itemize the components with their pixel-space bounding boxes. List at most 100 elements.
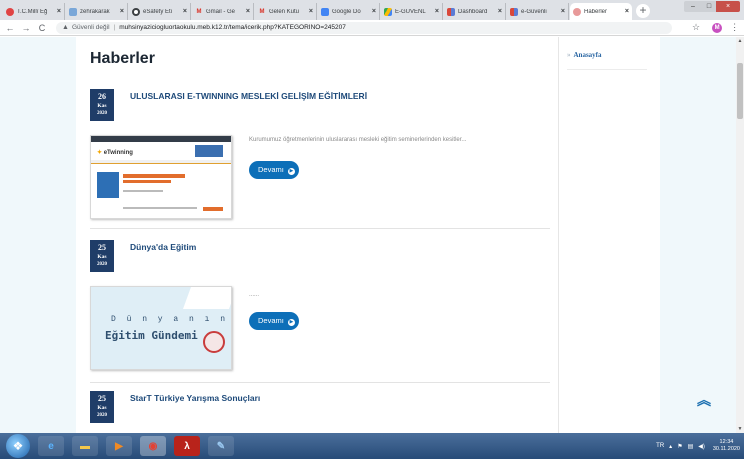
address-bar-row: ← → C ▲ Güvenli değil | muhsinyazicioglu… — [0, 20, 744, 36]
date-month: Kas — [97, 103, 107, 109]
page-title: Haberler — [90, 50, 155, 67]
gmail-icon: M — [196, 8, 202, 15]
tab-zehrakarak[interactable]: zehrakarak × — [66, 3, 128, 20]
close-icon[interactable]: × — [120, 8, 124, 15]
media-player-icon[interactable]: ▶ — [106, 436, 132, 456]
network-icon[interactable]: ▤ — [688, 443, 694, 450]
tab-esafety[interactable]: eSafety Eti × — [129, 3, 191, 20]
acrobat-icon[interactable]: λ — [174, 436, 200, 456]
gmail-icon: M — [259, 8, 265, 15]
flag-icon[interactable]: ⚑ — [677, 443, 682, 450]
news-thumbnail[interactable]: D ü n y a n ı n Eğitim Gündemi — [90, 286, 232, 370]
date-year: 2020 — [97, 111, 107, 116]
news-title-link[interactable]: StarT Türkiye Yarışma Sonuçları — [130, 393, 260, 403]
date-year: 2020 — [97, 262, 107, 267]
date-box: 25 Kas 2020 — [90, 240, 114, 272]
date-day: 26 — [98, 92, 106, 101]
scroll-up-arrow-icon[interactable]: ▲ — [736, 38, 744, 44]
tab-label: Gmail - Ge — [206, 8, 236, 15]
new-tab-button[interactable]: + — [636, 4, 650, 18]
sidebar-item-label: Anasayfa — [573, 51, 602, 59]
bookmark-star-icon[interactable]: ☆ — [692, 22, 700, 33]
tab-gelen-kutu[interactable]: M Gelen Kutu × — [255, 3, 317, 20]
dashboard-icon — [510, 7, 518, 16]
divider — [90, 228, 550, 229]
system-tray: TR ▴ ⚑ ▤ ◀) 12:34 30.11.2020 — [651, 433, 740, 459]
page-viewport: Haberler 26 Kas 2020 ULUSLARASI E-TWINNI… — [0, 37, 736, 433]
close-icon[interactable]: × — [309, 8, 313, 15]
seal-icon — [203, 331, 225, 353]
close-icon[interactable]: × — [498, 8, 502, 15]
sidebar-item-anasayfa[interactable]: » Anasayfa — [567, 51, 602, 59]
tab-gmail[interactable]: M Gmail - Ge × — [192, 3, 254, 20]
divider — [567, 69, 647, 70]
close-icon[interactable]: × — [561, 8, 565, 15]
warning-icon: ▲ — [62, 24, 69, 31]
etwinning-logo: ✦ eTwinning — [97, 150, 133, 156]
minimize-button[interactable]: – — [684, 1, 702, 12]
tray-expand-icon[interactable]: ▴ — [669, 443, 672, 450]
tab-e-guvenli[interactable]: e-Güvenli × — [507, 3, 569, 20]
folder-icon[interactable]: ▬ — [72, 436, 98, 456]
profile-avatar[interactable]: M — [712, 22, 723, 33]
page-margin-right — [660, 37, 736, 433]
clock-date: 30.11.2020 — [712, 446, 740, 452]
maximize-button[interactable]: □ — [702, 1, 716, 12]
taskbar: ❖ e ▬ ▶ ◉ λ ✎ TR ▴ ⚑ ▤ ◀) 12:34 30.11.20… — [0, 433, 744, 459]
scroll-down-arrow-icon[interactable]: ▼ — [736, 426, 744, 432]
close-icon[interactable]: × — [372, 8, 376, 15]
back-arrow-icon[interactable]: ← — [4, 23, 16, 33]
thumb-line — [123, 207, 197, 209]
tab-label: zehrakarak — [80, 8, 110, 15]
tab-meb[interactable]: T.C.Millî Eğ × — [3, 3, 65, 20]
close-icon[interactable]: × — [57, 8, 61, 15]
news-excerpt: Kurumumuz öğretmenlerinin uluslararası m… — [249, 137, 467, 143]
meb-icon — [6, 7, 14, 16]
scrollbar-thumb[interactable] — [737, 63, 743, 119]
date-box: 26 Kas 2020 — [90, 89, 114, 121]
window-close-button[interactable]: × — [716, 1, 740, 12]
scrollbar[interactable]: ▲ ▼ — [736, 37, 744, 433]
news-title-link[interactable]: Dünya'da Eğitim — [130, 242, 196, 252]
drive-icon — [384, 7, 392, 16]
tab-haberler[interactable]: Haberler × — [570, 3, 632, 20]
clock-time: 12:34 — [719, 439, 734, 445]
clock[interactable]: 12:34 30.11.2020 — [713, 439, 740, 453]
language-indicator[interactable]: TR — [656, 443, 664, 449]
main-content: Haberler 26 Kas 2020 ULUSLARASI E-TWINNI… — [76, 37, 558, 433]
paint-icon[interactable]: ✎ — [208, 436, 234, 456]
close-icon[interactable]: × — [435, 8, 439, 15]
close-icon[interactable]: × — [625, 8, 629, 15]
account-icon — [69, 7, 77, 16]
reload-icon[interactable]: C — [36, 23, 48, 33]
divider — [90, 382, 550, 383]
tab-dashboard[interactable]: Dashboard × — [444, 3, 506, 20]
close-icon[interactable]: × — [183, 8, 187, 15]
url-field[interactable]: ▲ Güvenli değil | muhsinyazicioglu­ortao… — [56, 21, 672, 34]
close-icon[interactable]: × — [246, 8, 250, 15]
start-button[interactable]: ❖ — [6, 434, 30, 458]
window-controls: – □ × — [684, 1, 740, 12]
tab-google-docs[interactable]: Google Do × — [318, 3, 380, 20]
chrome-icon[interactable]: ◉ — [140, 436, 166, 456]
site-icon — [573, 7, 581, 16]
menu-kebab-icon[interactable]: ⋮ — [730, 22, 739, 33]
read-more-button[interactable]: Devamı ▶ — [249, 312, 299, 330]
docs-icon — [321, 7, 329, 16]
date-day: 25 — [98, 243, 106, 252]
arrow-right-icon: ▶ — [287, 168, 295, 175]
double-chevron-icon: » — [567, 51, 571, 59]
read-more-button[interactable]: Devamı ▶ — [249, 161, 299, 179]
scroll-to-top-icon[interactable]: ︽ — [697, 390, 711, 410]
thumb-line — [123, 190, 163, 192]
chrome-icon — [132, 7, 140, 16]
news-title-link[interactable]: ULUSLARASI E-TWINNING MESLEKİ GELİŞİM EĞ… — [130, 91, 367, 101]
volume-icon[interactable]: ◀) — [698, 443, 705, 450]
thumb-nav — [91, 160, 231, 164]
thumb-decoration — [182, 287, 231, 309]
news-thumbnail[interactable]: ✦ eTwinning — [90, 135, 232, 219]
forward-arrow-icon[interactable]: → — [20, 23, 32, 33]
tab-label: T.C.Millî Eğ — [17, 8, 48, 15]
ie-icon[interactable]: e — [38, 436, 64, 456]
tab-e-guvenlik[interactable]: E-GUVENL × — [381, 3, 443, 20]
